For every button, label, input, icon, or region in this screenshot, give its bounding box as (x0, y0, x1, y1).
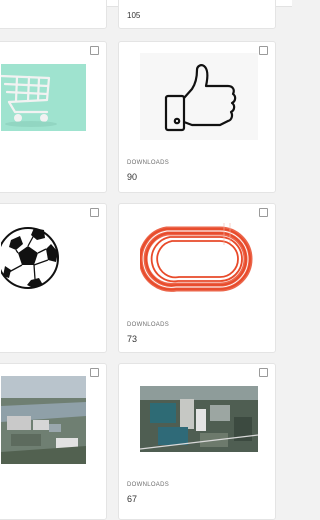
track-thumbnail[interactable] (140, 215, 258, 302)
download-count: 67 (127, 494, 138, 504)
download-count: 73 (127, 334, 138, 344)
aerial-factory-icon (140, 386, 258, 452)
thumbs-up-icon (164, 64, 237, 132)
asset-card-soccer[interactable] (0, 203, 107, 353)
aerial-right-thumbnail[interactable] (140, 375, 258, 463)
running-track-icon (140, 223, 253, 292)
cart-thumbnail[interactable] (1, 64, 86, 131)
asset-card-cart[interactable] (0, 41, 107, 193)
aerial-factory-icon (1, 376, 86, 464)
select-checkbox[interactable] (259, 208, 268, 217)
select-checkbox[interactable] (259, 46, 268, 55)
shopping-cart-icon (1, 74, 57, 127)
asset-card-thumbs-up[interactable]: DOWNLOADS 90 (118, 41, 276, 193)
download-count: 90 (127, 172, 138, 182)
asset-card-top-left[interactable] (0, 0, 107, 29)
download-count: 105 (127, 11, 141, 20)
asset-card-top-right[interactable]: 105 (118, 0, 276, 29)
soccer-ball-icon (1, 227, 59, 289)
asset-card-aerial-right[interactable]: DOWNLOADS 67 (118, 363, 276, 520)
select-checkbox[interactable] (90, 208, 99, 217)
aerial-left-thumbnail[interactable] (1, 376, 86, 464)
downloads-label: DOWNLOADS (127, 322, 170, 328)
select-checkbox[interactable] (90, 46, 99, 55)
asset-card-aerial-left[interactable] (0, 363, 107, 520)
select-checkbox[interactable] (90, 368, 99, 377)
downloads-label: DOWNLOADS (127, 160, 170, 166)
thumbs-up-thumbnail[interactable] (140, 53, 258, 140)
soccer-thumbnail[interactable] (1, 214, 86, 302)
select-checkbox[interactable] (259, 368, 268, 377)
downloads-label: DOWNLOADS (127, 482, 170, 488)
asset-card-running-track[interactable]: DOWNLOADS 73 (118, 203, 276, 353)
